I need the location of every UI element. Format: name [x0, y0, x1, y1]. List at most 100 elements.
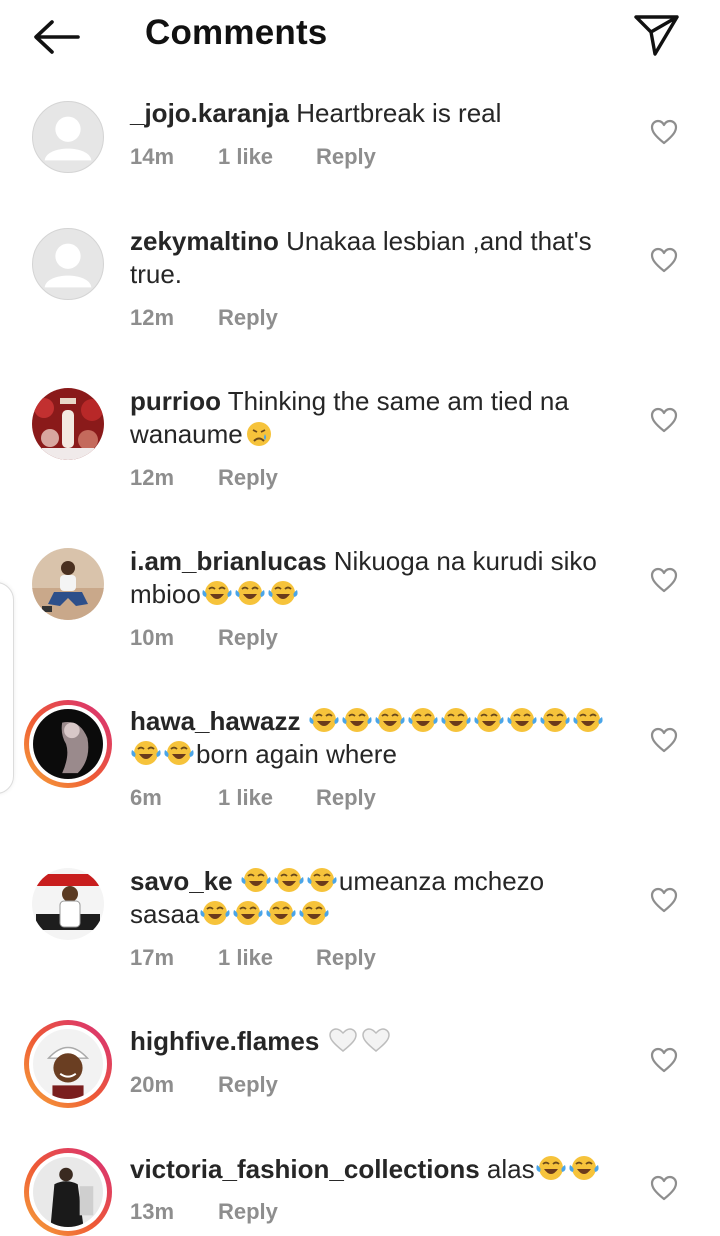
comment-username[interactable]: _jojo.karanja — [130, 98, 289, 128]
comment-time: 14m — [130, 144, 175, 169]
heart-outline-icon — [650, 247, 678, 273]
joy-emoji — [473, 707, 506, 734]
joy-emoji — [539, 707, 572, 734]
joy-emoji — [306, 867, 339, 894]
comment-meta: 13m Reply — [130, 1199, 278, 1225]
like-count[interactable]: 1 like — [218, 945, 316, 971]
header-bar: Comments — [0, 0, 720, 74]
like-count[interactable]: 1 like — [218, 785, 316, 811]
comment-text: alas — [486, 1154, 535, 1184]
back-button[interactable] — [30, 16, 84, 58]
joy-emoji — [572, 707, 605, 734]
joy-emoji — [273, 867, 306, 894]
comment-meta: 20m Reply — [130, 1072, 278, 1098]
avatar[interactable] — [32, 548, 104, 620]
comment-time: 13m — [130, 1199, 175, 1224]
heart-outline-icon — [650, 119, 678, 145]
like-button[interactable] — [650, 1047, 678, 1073]
reply-button[interactable]: Reply — [218, 1199, 278, 1225]
heart-outline-icon — [650, 1175, 678, 1201]
like-button[interactable] — [650, 1175, 678, 1201]
avatar[interactable] — [32, 868, 104, 940]
profile-photo — [32, 868, 104, 940]
like-button[interactable] — [650, 119, 678, 145]
reply-button[interactable]: Reply — [218, 625, 278, 651]
comment-username[interactable]: i.am_brianlucas — [130, 546, 327, 576]
comment-meta: 6m 1 like Reply — [130, 785, 376, 811]
joy-emoji — [298, 900, 331, 927]
heart-outline-icon — [650, 1047, 678, 1073]
comment-meta: 12m Reply — [130, 305, 278, 331]
joy-emoji — [568, 1155, 601, 1182]
profile-photo — [33, 709, 103, 779]
comment-time: 12m — [130, 465, 175, 490]
profile-photo — [33, 1029, 103, 1099]
joy-emoji — [240, 867, 273, 894]
comment-time: 20m — [130, 1072, 175, 1097]
joy-emoji — [407, 707, 440, 734]
default-avatar-icon — [44, 243, 92, 288]
page-title: Comments — [145, 13, 328, 52]
comment-meta: 10m Reply — [130, 625, 278, 651]
reply-button[interactable]: Reply — [218, 305, 278, 331]
joy-emoji — [267, 580, 300, 607]
comment-meta: 17m 1 like Reply — [130, 945, 376, 971]
joy-emoji — [374, 707, 407, 734]
joy-emoji — [234, 580, 267, 607]
joy-emoji — [265, 900, 298, 927]
comment-text: born again where — [196, 739, 397, 769]
white-heart-emoji — [327, 1027, 360, 1054]
joy-emoji — [341, 707, 374, 734]
like-button[interactable] — [650, 727, 678, 753]
comment-username[interactable]: highfive.flames — [130, 1026, 319, 1056]
comment-time: 6m — [130, 785, 162, 810]
joy-emoji — [308, 707, 341, 734]
joy-emoji — [201, 580, 234, 607]
joy-emoji-group — [199, 899, 331, 929]
side-panel-handle[interactable] — [0, 582, 14, 794]
reply-button[interactable]: Reply — [316, 785, 376, 811]
avatar-story-ring[interactable] — [24, 700, 112, 788]
default-avatar-icon — [44, 116, 92, 161]
like-button[interactable] — [650, 567, 678, 593]
reply-button[interactable]: Reply — [316, 144, 376, 170]
joy-emoji-group — [240, 866, 339, 896]
profile-photo — [32, 388, 104, 460]
arrow-left-icon — [34, 20, 80, 54]
comment-meta: 14m 1 like Reply — [130, 144, 376, 170]
reply-button[interactable]: Reply — [218, 1072, 278, 1098]
avatar[interactable] — [32, 388, 104, 460]
comment-username[interactable]: victoria_fashion_collections — [130, 1154, 480, 1184]
comment-username[interactable]: zekymaltino — [130, 226, 279, 256]
share-button[interactable] — [630, 12, 682, 58]
comment-text: Heartbreak is real — [296, 98, 502, 128]
joy-emoji — [440, 707, 473, 734]
avatar-story-ring[interactable] — [24, 1148, 112, 1236]
joy-emoji — [163, 740, 196, 767]
joy-emoji — [130, 740, 163, 767]
like-button[interactable] — [650, 247, 678, 273]
paper-plane-icon — [634, 15, 679, 56]
heart-outline-icon — [650, 407, 678, 433]
like-count[interactable]: 1 like — [218, 144, 316, 170]
profile-photo — [32, 548, 104, 620]
joy-emoji — [199, 900, 232, 927]
comment-time: 12m — [130, 305, 175, 330]
comment-username[interactable]: savo_ke — [130, 866, 233, 896]
comment-username[interactable]: purrioo — [130, 386, 221, 416]
like-button[interactable] — [650, 887, 678, 913]
heart-outline-icon — [650, 727, 678, 753]
avatar[interactable] — [32, 101, 104, 173]
comment-time: 17m — [130, 945, 175, 970]
heart-outline-icon — [650, 567, 678, 593]
comment-username[interactable]: hawa_hawazz — [130, 706, 301, 736]
like-button[interactable] — [650, 407, 678, 433]
joy-emoji — [232, 900, 265, 927]
joy-emoji — [506, 707, 539, 734]
reply-button[interactable]: Reply — [316, 945, 376, 971]
white-heart-emoji — [360, 1027, 393, 1054]
joy-emoji — [535, 1155, 568, 1182]
avatar-story-ring[interactable] — [24, 1020, 112, 1108]
avatar[interactable] — [32, 228, 104, 300]
reply-button[interactable]: Reply — [218, 465, 278, 491]
